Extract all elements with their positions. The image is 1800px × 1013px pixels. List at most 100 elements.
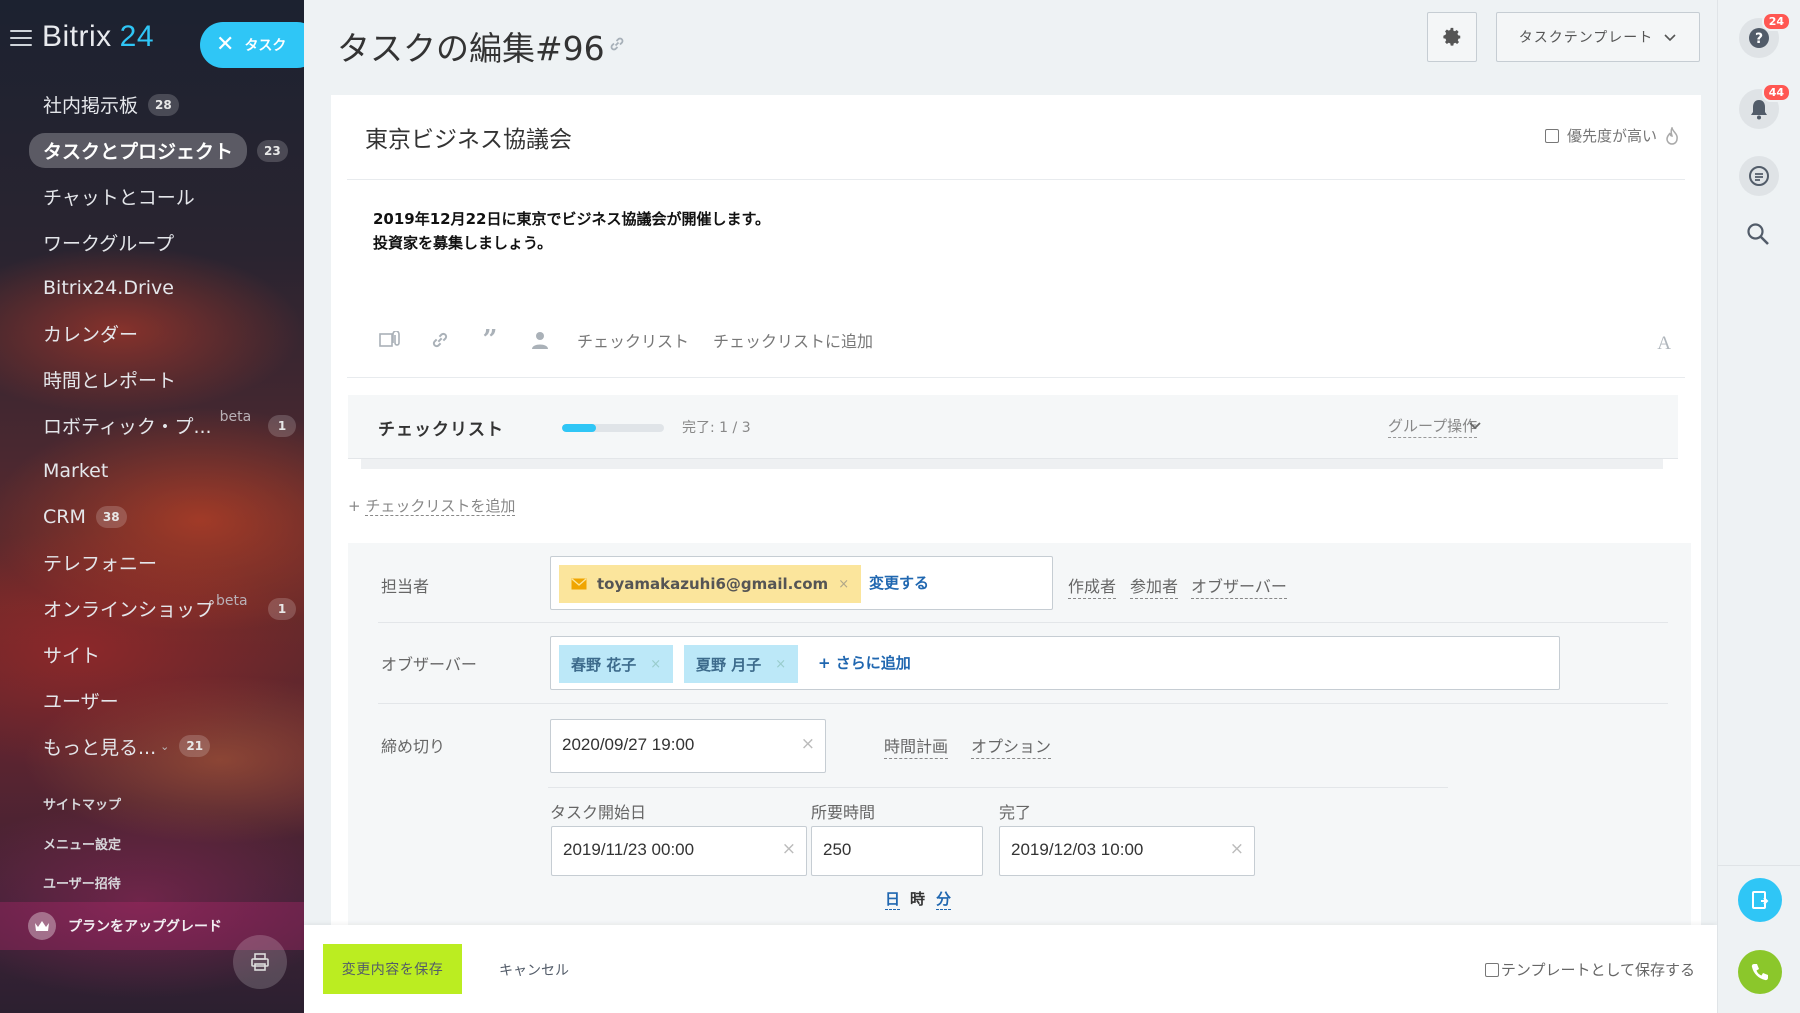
sidebar-item-label: サイト [43,644,101,667]
count-badge: 28 [148,93,179,116]
unit-minutes-link[interactable]: 分 [936,888,952,910]
unit-hours-link[interactable]: 時 [910,888,925,909]
task-close-pill[interactable]: ✕ タスク [200,22,304,68]
add-checklist-link[interactable]: + チェックリストを追加 [348,495,516,516]
clear-icon[interactable]: × [801,734,815,754]
attach-icon[interactable] [377,327,403,353]
change-assignee-link[interactable]: 変更する [869,572,929,593]
sidebar-item-chat[interactable]: チャットとコール [0,174,304,220]
save-as-template-toggle[interactable]: テンプレートとして保存する [1484,959,1695,980]
task-pill-label: タスク [244,38,287,54]
sidebar-item-rpa[interactable]: ロボティック・プ... beta 1 [0,403,304,449]
notifications-button[interactable]: 44 [1739,83,1791,129]
font-format-icon[interactable]: A [1657,333,1671,355]
observer-field[interactable]: 春野 花子 × 夏野 月子 × + さらに追加 [550,636,1560,690]
sidebar-item-label: ワークグループ [43,232,175,255]
task-fields-form: 担当者 toyamakazuhi6@gmail.com × 変更する 作成者 参… [348,543,1691,925]
deadline-input[interactable]: 2020/09/27 19:00 × [550,719,826,773]
sidebar-item-label: テレフォニー [43,553,158,576]
observer-name: 夏野 月子 [696,655,762,674]
sidebar-item-tasks[interactable]: タスクとプロジェクト 23 [0,128,304,174]
chevron-down-icon[interactable] [1468,415,1482,434]
priority-toggle[interactable]: 優先度が高い [1544,125,1679,146]
sidebar-item-drive[interactable]: Bitrix24.Drive [0,265,304,311]
task-title-input[interactable]: 東京ビジネス協議会 [365,120,572,154]
observers-link[interactable]: オブザーバー [1191,573,1287,599]
save-as-template-checkbox[interactable] [1484,962,1499,977]
deadline-label: 締め切り [381,737,446,756]
sitemap-link[interactable]: サイトマップ [43,794,121,813]
call-button[interactable] [1738,950,1782,994]
sidebar-item-crm[interactable]: CRM 38 [0,494,304,540]
invite-users-link[interactable]: ユーザー招待 [43,873,121,892]
print-icon[interactable] [233,935,287,989]
sidebar-item-news[interactable]: 社内掲示板 28 [0,82,304,128]
toolbar-checklist-button[interactable]: チェックリスト [577,328,689,352]
description-line: 投資家を募集しましょう。 [373,234,553,252]
help-button[interactable]: ? 24 [1739,12,1791,58]
toolbar-add-to-checklist-button[interactable]: チェックリストに追加 [713,328,873,352]
svg-text:?: ? [1755,31,1763,47]
remove-tag-icon[interactable]: × [838,577,849,592]
sidebar-item-workgroups[interactable]: ワークグループ [0,219,304,265]
checklist-title[interactable]: チェックリスト [378,415,504,440]
sidebar-item-sites[interactable]: サイト [0,632,304,678]
sidebar-item-label: Bitrix24.Drive [43,277,174,300]
sidebar-item-time-reports[interactable]: 時間とレポート [0,357,304,403]
remove-tag-icon[interactable]: × [650,657,661,672]
unit-days-link[interactable]: 日 [885,888,901,910]
group-action-link[interactable]: グループ操作 [1388,415,1478,438]
sidebar-item-users[interactable]: ユーザー [0,677,304,723]
remove-tag-icon[interactable]: × [775,657,786,672]
beta-label: beta [216,592,248,609]
assignee-field[interactable]: toyamakazuhi6@gmail.com × 変更する [550,556,1053,610]
clear-icon[interactable]: × [782,839,796,859]
sidebar-item-market[interactable]: Market [0,448,304,494]
task-template-dropdown[interactable]: タスクテンプレート [1496,12,1700,62]
priority-checkbox[interactable] [1544,128,1559,143]
document-share-button[interactable] [1738,878,1782,922]
participants-link[interactable]: 参加者 [1130,573,1179,599]
task-description[interactable]: 2019年12月22日に東京でビジネス協議会が開催します。 投資家を募集しましょ… [373,207,770,255]
chevron-down-icon [1664,34,1676,42]
link-icon[interactable] [427,327,453,353]
end-date-label: 完了 [999,803,1032,822]
sidebar-item-online-shop[interactable]: オンラインショップ beta 1 [0,586,304,632]
hamburger-icon[interactable] [10,30,32,46]
priority-label: 優先度が高い [1566,127,1657,145]
options-link[interactable]: オプション [971,733,1052,759]
settings-button[interactable] [1427,12,1477,62]
cancel-button[interactable]: キャンセル [499,960,569,980]
chat-button[interactable] [1739,156,1779,196]
task-template-label: タスクテンプレート [1518,30,1654,46]
logo[interactable]: Bitrix 24 [42,20,154,54]
start-date-input[interactable]: 2019/11/23 00:00 × [551,826,807,876]
add-more-observers-link[interactable]: + さらに追加 [818,652,911,673]
add-checklist-label: チェックリストを追加 [365,497,516,516]
menu-settings-link[interactable]: メニュー設定 [43,834,121,853]
search-icon[interactable] [1746,222,1770,250]
sidebar-item-telephony[interactable]: テレフォニー [0,540,304,586]
duration-input[interactable]: 250 [811,826,983,876]
sidebar-item-calendar[interactable]: カレンダー [0,311,304,357]
left-sidebar: Bitrix 24 ✕ タスク 社内掲示板 28 タスクとプロジェクト 23 チャ… [0,0,304,1013]
user-icon[interactable] [527,327,553,353]
sidebar-item-label: カレンダー [43,324,139,347]
link-icon[interactable] [608,35,626,57]
clear-icon[interactable]: × [1230,839,1244,859]
quote-icon[interactable]: ” [477,325,503,355]
creator-link[interactable]: 作成者 [1068,573,1117,599]
sidebar-menu: 社内掲示板 28 タスクとプロジェクト 23 チャットとコール ワークグループ … [0,82,304,769]
checklist-block: チェックリスト 完了: 1 / 3 グループ操作 [348,395,1678,459]
document-icon [1752,891,1769,909]
sidebar-item-label: 社内掲示板 [43,95,139,118]
count-badge: 21 [179,735,211,758]
save-changes-button[interactable]: 変更内容を保存 [323,944,462,994]
right-toolbar: ? 24 44 [1717,0,1800,1013]
end-date-input[interactable]: 2019/12/03 10:00 × [999,826,1255,876]
count-badge: 38 [95,506,127,529]
bottom-action-bar: 変更内容を保存 キャンセル テンプレートとして保存する [304,925,1717,1013]
sidebar-item-more[interactable]: もっと見る... ⌄ 21 [0,723,304,769]
time-planning-link[interactable]: 時間計画 [884,733,949,759]
notifications-badge: 44 [1761,83,1791,102]
